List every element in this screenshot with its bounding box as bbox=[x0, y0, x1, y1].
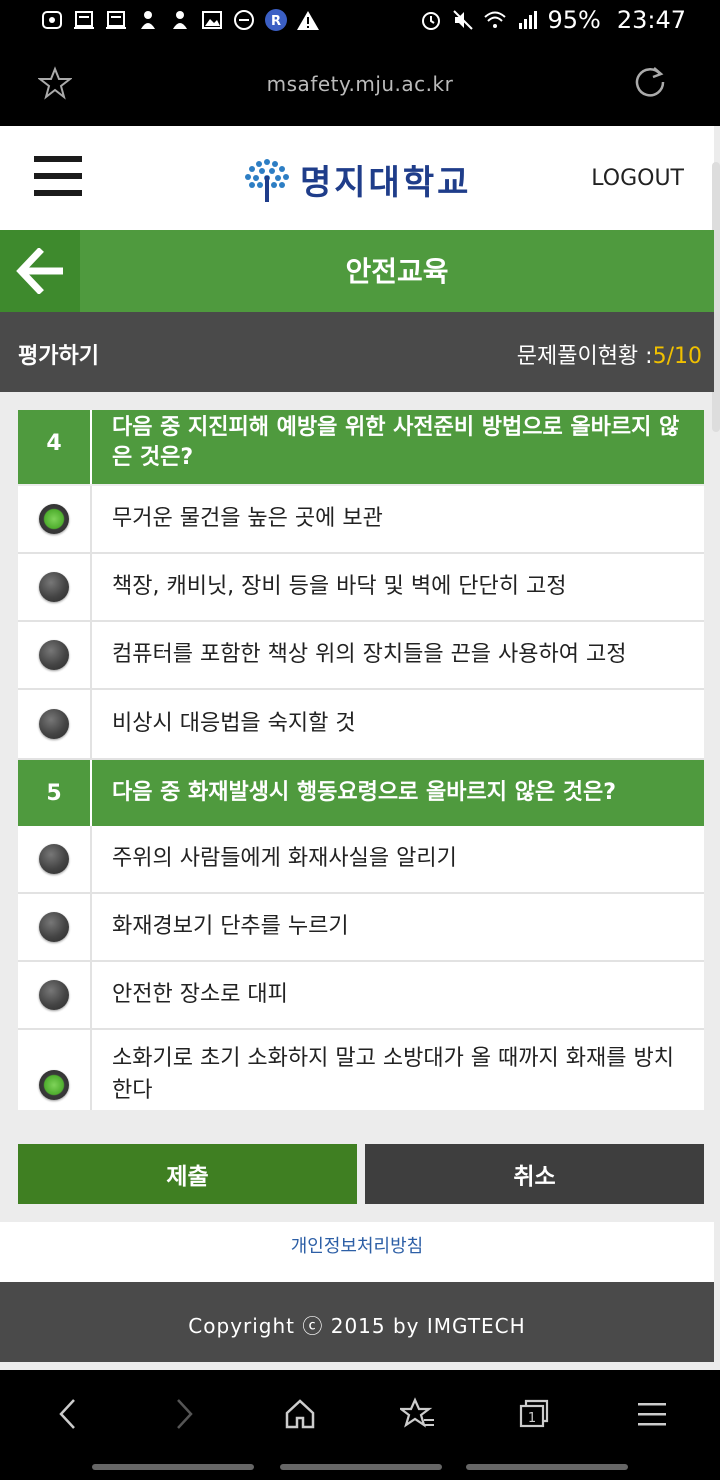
submit-button[interactable]: 제출 bbox=[18, 1144, 357, 1204]
radio-button[interactable] bbox=[39, 912, 69, 942]
alarm-app-icon bbox=[40, 8, 64, 32]
answer-option[interactable]: 소화기로 초기 소화하지 말고 소방대가 올 때까지 화재를 방치한다 bbox=[18, 1030, 704, 1110]
browser-nav-bar: 1 bbox=[0, 1370, 720, 1480]
back-arrow-icon bbox=[16, 248, 63, 294]
radio-button[interactable] bbox=[39, 709, 69, 739]
app-icon bbox=[136, 8, 160, 32]
mute-icon bbox=[451, 8, 475, 32]
progress-value: 5/10 bbox=[652, 344, 702, 369]
evaluation-bar: 평가하기 문제풀이현황 :5/10 bbox=[0, 312, 714, 392]
quiz-list[interactable]: 4 다음 중 지진피해 예방을 위한 사전준비 방법으로 올바르지 않은 것은?… bbox=[18, 410, 704, 1110]
question-text: 다음 중 화재발생시 행동요령으로 올바르지 않은 것은? bbox=[112, 780, 616, 805]
page-title: 안전교육 bbox=[345, 255, 449, 288]
notification-icon bbox=[72, 8, 96, 32]
menu-hamburger-icon[interactable] bbox=[34, 156, 82, 196]
progress-label: 문제풀이현황 : bbox=[516, 344, 653, 369]
radio-button-selected[interactable] bbox=[39, 1070, 69, 1100]
section-title-bar: 안전교육 bbox=[0, 230, 714, 312]
question-number: 4 bbox=[18, 410, 92, 484]
reload-icon[interactable] bbox=[632, 64, 668, 104]
battery-percent: 95% bbox=[547, 6, 601, 34]
question-number: 5 bbox=[18, 760, 92, 826]
question-header: 5 다음 중 화재발생시 행동요령으로 올바르지 않은 것은? bbox=[18, 760, 704, 826]
logo-text: 명지대학교 bbox=[300, 162, 472, 203]
gesture-indicator bbox=[466, 1464, 628, 1470]
radio-button[interactable] bbox=[39, 572, 69, 602]
answer-option[interactable]: 안전한 장소로 대피 bbox=[18, 962, 704, 1030]
radio-button[interactable] bbox=[39, 980, 69, 1010]
tree-logo-icon bbox=[245, 159, 289, 202]
forward-nav-icon[interactable] bbox=[164, 1394, 204, 1434]
option-text[interactable]: 책장, 캐비닛, 장비 등을 바닥 및 벽에 단단히 고정 bbox=[92, 554, 704, 620]
web-page: 명지대학교 LOGOUT 안전교육 평가하기 문제풀이현황 :5/10 4 다음… bbox=[0, 126, 720, 1370]
answer-option[interactable]: 비상시 대응법을 숙지할 것 bbox=[18, 690, 704, 760]
radio-button[interactable] bbox=[39, 640, 69, 670]
signal-icon bbox=[515, 8, 539, 32]
site-footer: Copyright ⓒ 2015 by IMGTECH bbox=[0, 1282, 714, 1362]
image-icon bbox=[200, 8, 224, 32]
browser-url-bar: msafety.mju.ac.kr bbox=[0, 42, 720, 126]
notification-icon bbox=[104, 8, 128, 32]
menu-icon[interactable] bbox=[632, 1394, 672, 1434]
svg-text:1: 1 bbox=[528, 1411, 536, 1426]
svg-text:R: R bbox=[271, 14, 281, 29]
answer-option[interactable]: 책장, 캐비닛, 장비 등을 바닥 및 벽에 단단히 고정 bbox=[18, 554, 704, 622]
back-nav-icon[interactable] bbox=[48, 1394, 88, 1434]
clock: 23:47 bbox=[616, 6, 686, 34]
logout-link[interactable]: LOGOUT bbox=[591, 166, 684, 191]
copyright-text: Copyright ⓒ 2015 by IMGTECH bbox=[188, 1314, 526, 1338]
r-app-icon: R bbox=[264, 8, 288, 32]
alarm-icon bbox=[419, 8, 443, 32]
answer-option[interactable]: 컴퓨터를 포함한 책상 위의 장치들을 끈을 사용하여 고정 bbox=[18, 622, 704, 690]
cancel-button[interactable]: 취소 bbox=[365, 1144, 704, 1204]
question-header: 4 다음 중 지진피해 예방을 위한 사전준비 방법으로 올바르지 않은 것은? bbox=[18, 410, 704, 484]
gesture-indicator bbox=[280, 1464, 442, 1470]
privacy-policy-link[interactable]: 개인정보처리방침 bbox=[0, 1232, 714, 1258]
bookmarks-icon[interactable] bbox=[398, 1394, 438, 1434]
back-button[interactable] bbox=[0, 230, 80, 312]
wifi-icon bbox=[483, 8, 507, 32]
option-text[interactable]: 무거운 물건을 높은 곳에 보관 bbox=[92, 486, 704, 552]
option-text[interactable]: 컴퓨터를 포함한 책상 위의 장치들을 끈을 사용하여 고정 bbox=[92, 622, 704, 688]
radio-button[interactable] bbox=[39, 844, 69, 874]
app-icon bbox=[168, 8, 192, 32]
home-icon[interactable] bbox=[280, 1394, 320, 1434]
tabs-icon[interactable]: 1 bbox=[514, 1394, 554, 1434]
radio-button-selected[interactable] bbox=[39, 504, 69, 534]
progress-status: 문제풀이현황 :5/10 bbox=[517, 338, 702, 370]
university-logo[interactable]: 명지대학교 bbox=[240, 154, 471, 204]
warning-icon bbox=[296, 8, 320, 32]
answer-option[interactable]: 무거운 물건을 높은 곳에 보관 bbox=[18, 486, 704, 554]
site-header: 명지대학교 LOGOUT bbox=[0, 126, 714, 230]
privacy-section: 개인정보처리방침 bbox=[0, 1222, 714, 1282]
evaluation-label: 평가하기 bbox=[18, 344, 99, 369]
option-text[interactable]: 소화기로 초기 소화하지 말고 소방대가 올 때까지 화재를 방치한다 bbox=[92, 1030, 704, 1110]
status-bar: R 95% 23:47 bbox=[0, 0, 720, 42]
option-text[interactable]: 안전한 장소로 대피 bbox=[92, 962, 704, 1028]
url-text[interactable]: msafety.mju.ac.kr bbox=[0, 72, 720, 96]
option-text[interactable]: 비상시 대응법을 숙지할 것 bbox=[92, 690, 704, 758]
gesture-indicator bbox=[92, 1464, 254, 1470]
question-text: 다음 중 지진피해 예방을 위한 사전준비 방법으로 올바르지 않은 것은? bbox=[112, 415, 680, 470]
do-not-disturb-icon bbox=[232, 8, 256, 32]
action-buttons: 제출 취소 bbox=[18, 1144, 704, 1204]
option-text[interactable]: 화재경보기 단추를 누르기 bbox=[92, 894, 704, 960]
answer-option[interactable]: 주위의 사람들에게 화재사실을 알리기 bbox=[18, 826, 704, 894]
option-text[interactable]: 주위의 사람들에게 화재사실을 알리기 bbox=[92, 826, 704, 892]
answer-option[interactable]: 화재경보기 단추를 누르기 bbox=[18, 894, 704, 962]
